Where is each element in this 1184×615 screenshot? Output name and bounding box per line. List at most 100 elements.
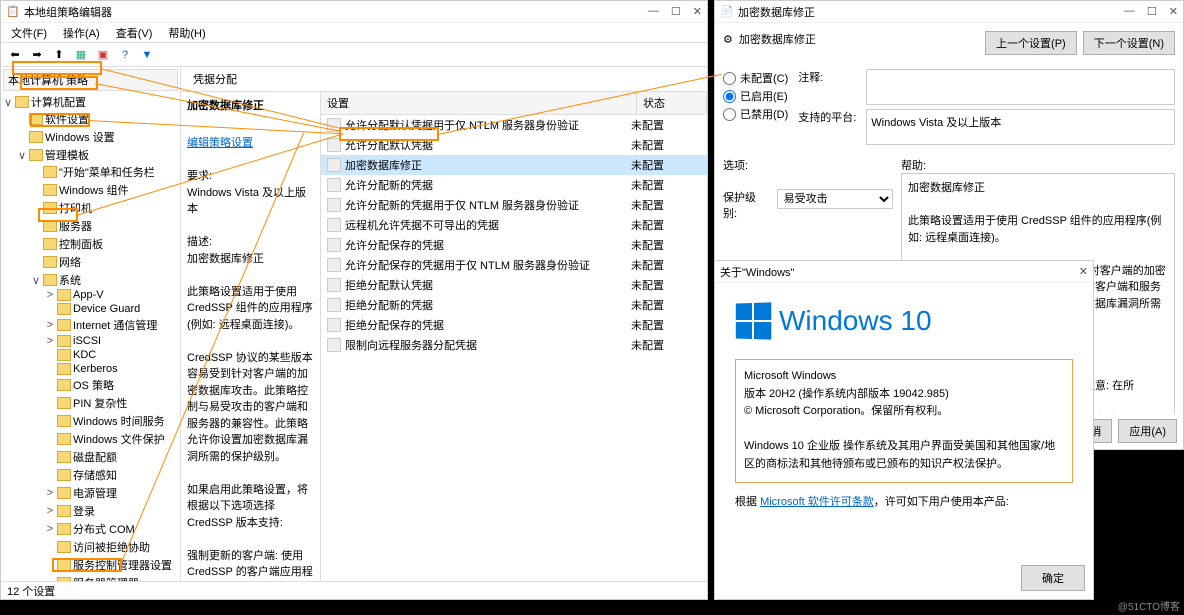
content-pane: 凭据分配 加密数据库修正 编辑策略设置 要求: Windows Vista 及以…: [181, 67, 707, 581]
policy-titlebar: 📄 加密数据库修正 —☐✕: [715, 1, 1183, 23]
list-row[interactable]: 远程机允许凭据不可导出的凭据未配置: [321, 215, 707, 235]
comment-label: 注释:: [798, 69, 858, 85]
setting-name: 允许分配保存的凭据: [345, 237, 631, 253]
tree-item[interactable]: Device Guard: [73, 303, 140, 315]
tree-item[interactable]: Windows 文件保护: [73, 431, 165, 447]
show-hide-button[interactable]: ▦: [71, 45, 91, 65]
gear-icon: ⚙: [723, 33, 733, 46]
tree-item[interactable]: 分布式 COM: [73, 521, 135, 537]
list-row[interactable]: 允许分配默认凭据未配置: [321, 135, 707, 155]
tree-start[interactable]: "开始"菜单和任务栏: [59, 164, 155, 180]
col-setting[interactable]: 设置: [321, 92, 637, 114]
tree-item[interactable]: App-V: [73, 289, 104, 301]
setting-name: 拒绝分配默认凭据: [345, 277, 631, 293]
next-setting-button[interactable]: 下一个设置(N): [1083, 31, 1175, 55]
back-button[interactable]: ⬅: [5, 45, 25, 65]
close-button[interactable]: ✕: [1169, 5, 1178, 18]
tree-item[interactable]: iSCSI: [73, 335, 101, 347]
filter-button[interactable]: ▼: [137, 45, 157, 65]
watermark: @51CTO博客: [1118, 598, 1180, 613]
minimize-button[interactable]: —: [1124, 5, 1135, 18]
minimize-button[interactable]: —: [648, 5, 659, 18]
tree-software[interactable]: 软件设置: [45, 111, 89, 127]
ok-button[interactable]: 确定: [1021, 565, 1085, 591]
list-row[interactable]: 允许分配新的凭据用于仅 NTLM 服务器身份验证未配置: [321, 195, 707, 215]
menu-file[interactable]: 文件(F): [5, 23, 53, 43]
tree-item[interactable]: 存储感知: [73, 467, 117, 483]
menu-view[interactable]: 查看(V): [110, 23, 159, 43]
list-row[interactable]: 限制向远程服务器分配凭据未配置: [321, 335, 707, 355]
prev-setting-button[interactable]: 上一个设置(P): [985, 31, 1077, 55]
license-link[interactable]: Microsoft 软件许可条款: [760, 496, 874, 508]
setting-state: 未配置: [631, 137, 701, 153]
edit-policy-link[interactable]: 编辑策略设置: [187, 137, 253, 149]
radio-notconfigured[interactable]: 未配置(C): [723, 69, 788, 87]
list-row[interactable]: 拒绝分配保存的凭据未配置: [321, 315, 707, 335]
maximize-button[interactable]: ☐: [671, 5, 681, 18]
copyright-text: © Microsoft Corporation。保留所有权利。: [744, 403, 1064, 421]
setting-name: 远程机允许凭据不可导出的凭据: [345, 217, 631, 233]
close-button[interactable]: ✕: [693, 5, 702, 18]
help-button[interactable]: ?: [115, 45, 135, 65]
statusbar: 12 个设置: [1, 581, 707, 599]
about-title: 关于"Windows": [720, 264, 1079, 280]
folder-icon: [15, 96, 29, 108]
tree-computer-config[interactable]: 计算机配置: [31, 94, 86, 110]
tree-system[interactable]: 系统: [59, 272, 81, 288]
windows-logo: Windows 10: [735, 303, 1073, 339]
close-button[interactable]: ✕: [1079, 265, 1088, 278]
tree-ctrlpanel[interactable]: 控制面板: [59, 236, 103, 252]
setting-icon: [327, 158, 341, 172]
tree-item[interactable]: Windows 时间服务: [73, 413, 165, 429]
tree-item[interactable]: 服务控制管理器设置: [73, 557, 172, 573]
state-radiogroup: 未配置(C) 已启用(E) 已禁用(D): [723, 69, 788, 145]
setting-state: 未配置: [631, 157, 701, 173]
window-controls: — ☐ ✕: [648, 5, 702, 18]
export-button[interactable]: ▣: [93, 45, 113, 65]
tree-item[interactable]: PIN 复杂性: [73, 395, 127, 411]
expand-icon[interactable]: ∨: [3, 96, 13, 109]
tree-item[interactable]: 磁盘配额: [73, 449, 117, 465]
setting-name: 加密数据库修正: [345, 157, 631, 173]
list-row[interactable]: 拒绝分配默认凭据未配置: [321, 275, 707, 295]
list-row[interactable]: 加密数据库修正未配置: [321, 155, 707, 175]
list-row[interactable]: 拒绝分配新的凭据未配置: [321, 295, 707, 315]
tree-wincomp[interactable]: Windows 组件: [59, 182, 129, 198]
policy-title: 加密数据库修正: [738, 4, 1124, 20]
tree-item[interactable]: Kerberos: [73, 363, 118, 375]
forward-button[interactable]: ➡: [27, 45, 47, 65]
protection-level-select[interactable]: 易受攻击: [777, 189, 893, 209]
list-row[interactable]: 允许分配保存的凭据未配置: [321, 235, 707, 255]
tree-item[interactable]: 登录: [73, 503, 95, 519]
menu-action[interactable]: 操作(A): [57, 23, 106, 43]
tree-item[interactable]: KDC: [73, 349, 96, 361]
tree-server[interactable]: 服务器: [59, 218, 92, 234]
about-dialog: 关于"Windows" ✕ Windows 10 Microsoft Windo…: [714, 260, 1094, 600]
list-row[interactable]: 允许分配默认凭据用于仅 NTLM 服务器身份验证未配置: [321, 115, 707, 135]
list-row[interactable]: 允许分配保存的凭据用于仅 NTLM 服务器身份验证未配置: [321, 255, 707, 275]
about-footer: 确定: [715, 557, 1093, 599]
policy-heading: 加密数据库修正: [739, 31, 816, 47]
tree-admin[interactable]: 管理模板: [45, 147, 89, 163]
comment-field[interactable]: [866, 69, 1175, 105]
policy-tree[interactable]: 本地计算机 策略 ∨计算机配置 软件设置 Windows 设置 ∨管理模板 "开…: [1, 67, 181, 581]
tree-item[interactable]: Internet 通信管理: [73, 317, 157, 333]
tree-header[interactable]: 本地计算机 策略: [3, 69, 178, 91]
tree-network[interactable]: 网络: [59, 254, 81, 270]
list-row[interactable]: 允许分配新的凭据未配置: [321, 175, 707, 195]
up-button[interactable]: ⬆: [49, 45, 69, 65]
tree-windows[interactable]: Windows 设置: [45, 129, 115, 145]
gpedit-toolbar: ⬅ ➡ ⬆ ▦ ▣ ? ▼: [1, 43, 707, 67]
setting-name: 限制向远程服务器分配凭据: [345, 337, 631, 353]
tree-item[interactable]: 访问被拒绝协助: [73, 539, 150, 555]
radio-disabled[interactable]: 已禁用(D): [723, 105, 788, 123]
menu-help[interactable]: 帮助(H): [162, 23, 211, 43]
col-state[interactable]: 状态: [637, 92, 707, 114]
tree-item[interactable]: OS 策略: [73, 377, 114, 393]
tree-printer[interactable]: 打印机: [59, 200, 92, 216]
radio-enabled[interactable]: 已启用(E): [723, 87, 788, 105]
apply-button[interactable]: 应用(A): [1118, 419, 1177, 443]
setting-state: 未配置: [631, 317, 701, 333]
maximize-button[interactable]: ☐: [1147, 5, 1157, 18]
tree-item[interactable]: 电源管理: [73, 485, 117, 501]
